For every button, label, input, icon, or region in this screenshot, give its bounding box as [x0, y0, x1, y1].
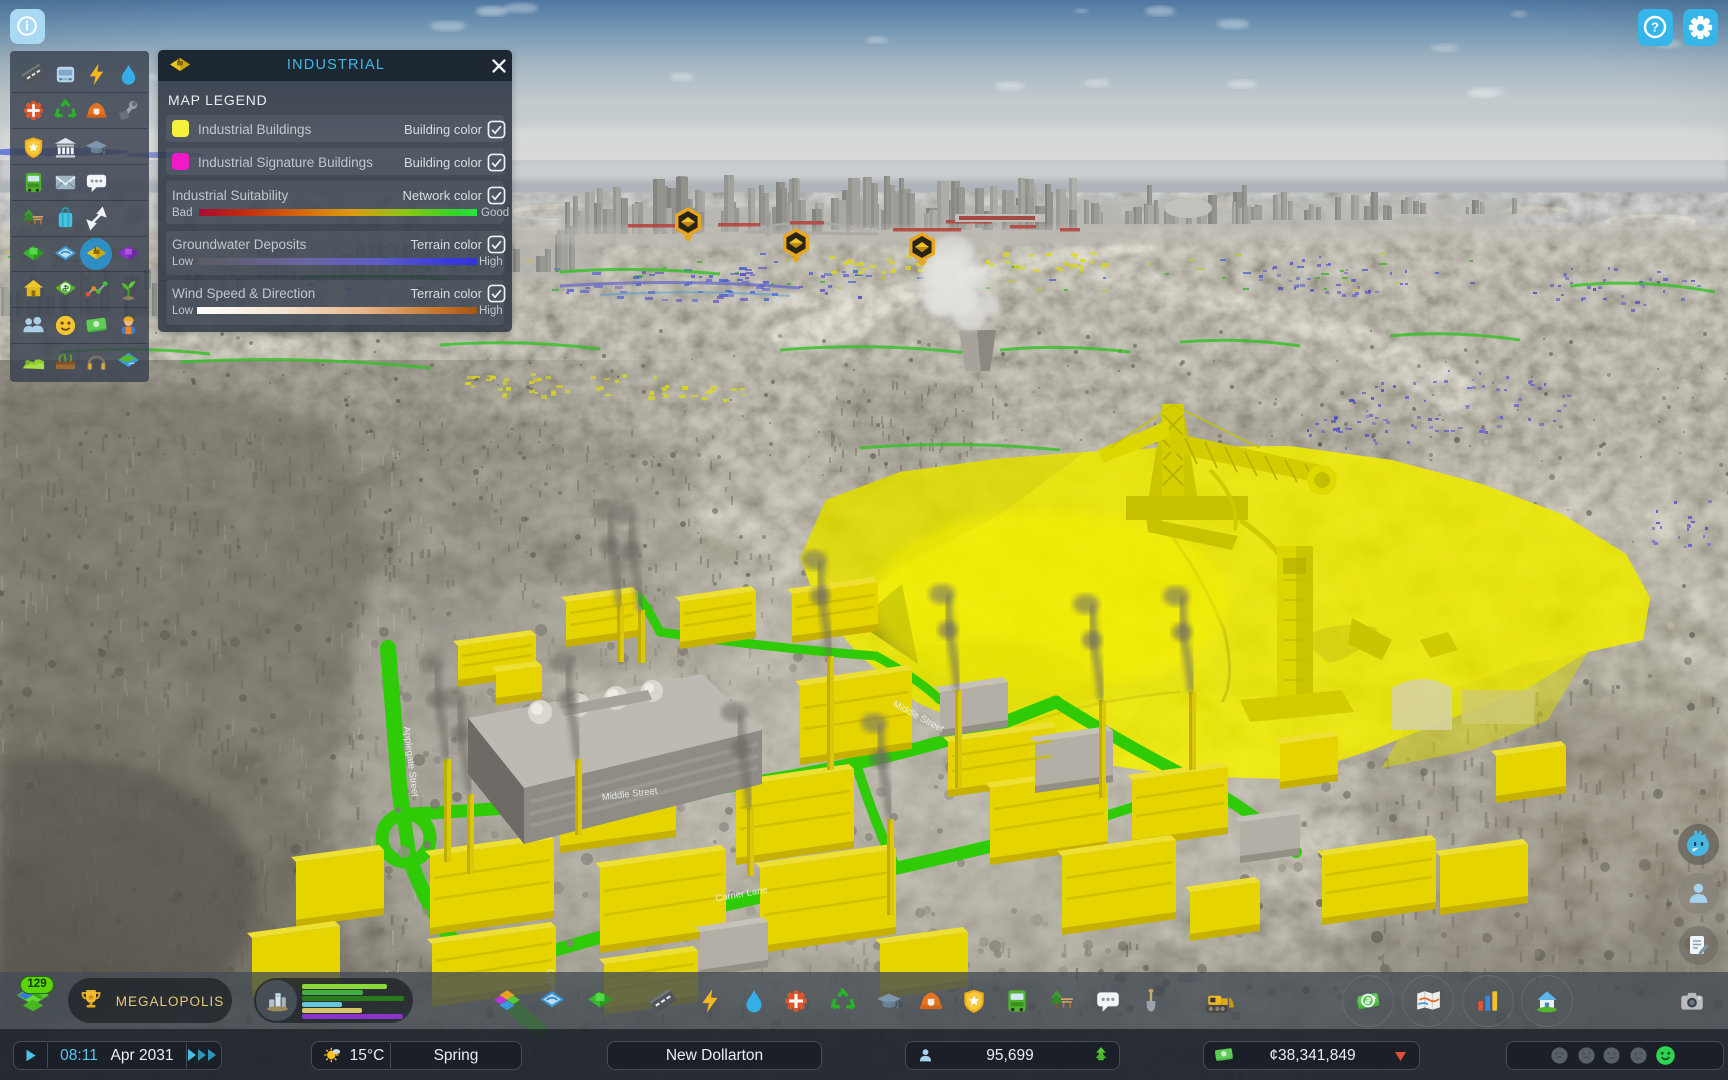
svg-text:?: ? [1651, 20, 1659, 35]
